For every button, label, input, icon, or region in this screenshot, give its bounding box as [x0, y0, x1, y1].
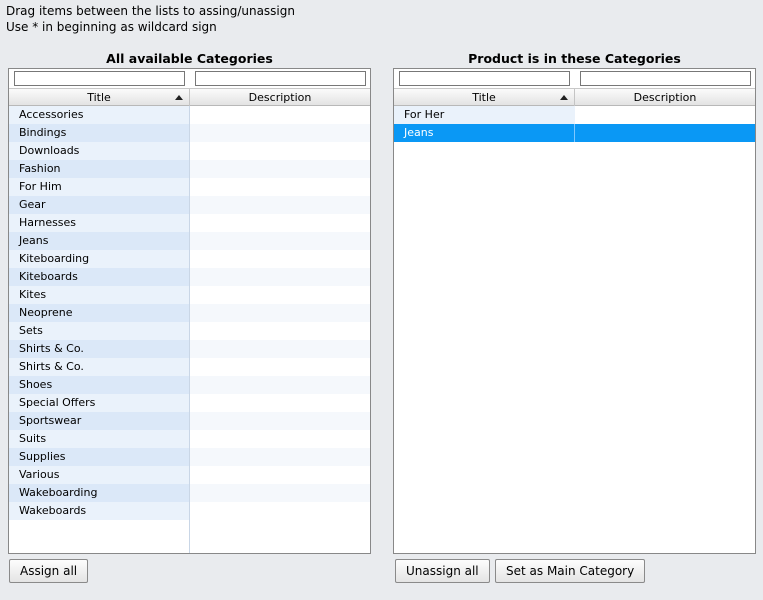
row-title-cell: Shirts & Co. [9, 340, 190, 358]
description-filter-input[interactable] [195, 71, 366, 86]
title-column-header[interactable]: Title [9, 89, 190, 106]
row-title-cell: Fashion [9, 160, 190, 178]
column-header: Title Description [9, 88, 370, 106]
assigned-categories-title: Product is in these Categories [468, 51, 681, 66]
row-description-cell [575, 124, 755, 142]
row-title-cell: Downloads [9, 142, 190, 160]
row-description-cell [190, 448, 370, 466]
row-title-cell: Wakeboarding [9, 484, 190, 502]
table-row[interactable]: Jeans [394, 124, 755, 142]
row-title-cell: Shirts & Co. [9, 358, 190, 376]
row-description-cell [190, 484, 370, 502]
assigned-rows: For Her Jeans [394, 106, 755, 142]
filter-row [9, 69, 370, 88]
row-title-cell: For Her [394, 106, 575, 124]
row-description-cell [190, 268, 370, 286]
instructions-line-2: Use * in beginning as wildcard sign [6, 20, 217, 34]
row-description-cell [190, 124, 370, 142]
title-column-header[interactable]: Title [394, 89, 575, 106]
description-column-header[interactable]: Description [575, 89, 755, 106]
sort-ascending-icon [175, 95, 183, 100]
row-description-cell [190, 322, 370, 340]
available-categories-grid[interactable]: Title Description Accessories Bindings Dow… [8, 68, 371, 554]
row-description-cell [190, 160, 370, 178]
row-title-cell: Bindings [9, 124, 190, 142]
row-title-cell: Various [9, 466, 190, 484]
filter-row [394, 69, 755, 88]
available-categories-title: All available Categories [106, 51, 273, 66]
assigned-categories-grid[interactable]: Title Description For Her Jeans [393, 68, 756, 554]
row-title-cell: Wakeboards [9, 502, 190, 520]
description-filter-input[interactable] [580, 71, 751, 86]
instructions-line-1: Drag items between the lists to assing/u… [6, 4, 295, 18]
row-description-cell [575, 106, 755, 124]
row-description-cell [190, 286, 370, 304]
row-description-cell [190, 106, 370, 124]
instructions: Drag items between the lists to assing/u… [6, 3, 295, 35]
row-description-cell [190, 430, 370, 448]
row-title-cell: Suits [9, 430, 190, 448]
column-divider [189, 106, 190, 553]
row-description-cell [190, 214, 370, 232]
row-description-cell [190, 340, 370, 358]
row-description-cell [190, 304, 370, 322]
row-title-cell: Supplies [9, 448, 190, 466]
description-column-label: Description [633, 91, 697, 104]
row-title-cell: Jeans [9, 232, 190, 250]
row-title-cell: Accessories [9, 106, 190, 124]
row-description-cell [190, 466, 370, 484]
row-title-cell: Neoprene [9, 304, 190, 322]
row-description-cell [190, 142, 370, 160]
row-title-cell: Sets [9, 322, 190, 340]
assign-all-button[interactable]: Assign all [9, 559, 89, 583]
row-title-cell: Kites [9, 286, 190, 304]
row-title-cell: Special Offers [9, 394, 190, 412]
row-title-cell: Kiteboarding [9, 250, 190, 268]
description-column-label: Description [248, 91, 312, 104]
row-title-cell: Shoes [9, 376, 190, 394]
row-description-cell [190, 232, 370, 250]
row-title-cell: Harnesses [9, 214, 190, 232]
row-description-cell [190, 358, 370, 376]
row-title-cell: For Him [9, 178, 190, 196]
set-main-category-button[interactable]: Set as Main Category [495, 559, 646, 583]
row-description-cell [190, 412, 370, 430]
row-title-cell: Sportswear [9, 412, 190, 430]
row-description-cell [190, 394, 370, 412]
row-description-cell [190, 376, 370, 394]
title-filter-input[interactable] [14, 71, 185, 86]
table-row[interactable]: For Her [394, 106, 755, 124]
title-column-label: Title [472, 91, 496, 104]
row-title-cell: Kiteboards [9, 268, 190, 286]
sort-ascending-icon [560, 95, 568, 100]
row-description-cell [190, 250, 370, 268]
row-title-cell: Jeans [394, 124, 575, 142]
unassign-all-button[interactable]: Unassign all [395, 559, 490, 583]
row-description-cell [190, 178, 370, 196]
title-filter-input[interactable] [399, 71, 570, 86]
column-header: Title Description [394, 88, 755, 106]
row-title-cell: Gear [9, 196, 190, 214]
row-description-cell [190, 502, 370, 520]
description-column-header[interactable]: Description [190, 89, 370, 106]
row-description-cell [190, 196, 370, 214]
title-column-label: Title [87, 91, 111, 104]
